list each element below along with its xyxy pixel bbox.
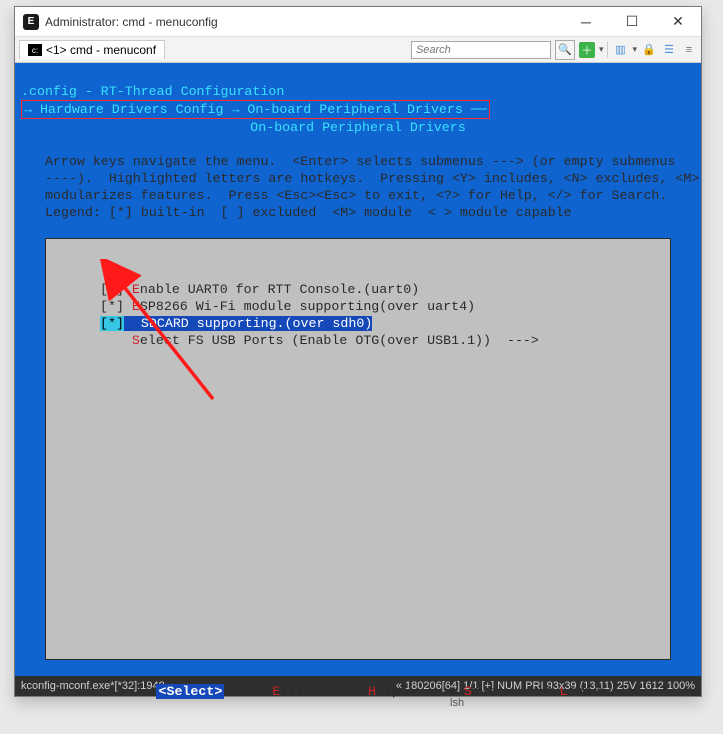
list-icon[interactable]: ☰ xyxy=(661,42,677,58)
search-button[interactable]: 🔍 xyxy=(555,40,575,60)
chevron-down-icon[interactable]: ▾ xyxy=(632,44,637,55)
app-icon: E xyxy=(23,14,39,30)
load-hotkey: L xyxy=(560,684,568,699)
cmd-icon: c: xyxy=(28,44,42,56)
menu-item[interactable]: [*] Enable UART0 for RTT Console.(uart0) xyxy=(100,282,419,297)
terminal-area[interactable]: .config - RT-Thread Configuration → Hard… xyxy=(15,63,701,676)
menu-item-selected[interactable]: [*] SDCARD supporting.(over sdh0) xyxy=(100,316,372,331)
minimize-button[interactable]: ─ xyxy=(563,7,609,36)
app-window: E Administrator: cmd - menuconfig ─ ☐ ✕ … xyxy=(14,6,702,697)
close-button[interactable]: ✕ xyxy=(655,7,701,36)
help-text: Arrow keys navigate the menu. <Enter> se… xyxy=(21,153,695,221)
maximize-button[interactable]: ☐ xyxy=(609,7,655,36)
chevron-down-icon[interactable]: ▾ xyxy=(599,44,604,55)
menu-frame: [*] Enable UART0 for RTT Console.(uart0)… xyxy=(45,238,671,660)
select-button[interactable]: <Select> xyxy=(156,684,224,699)
menu-items: [*] Enable UART0 for RTT Console.(uart0)… xyxy=(46,273,670,349)
tab-bar: c: <1> cmd - menuconf 🔍 ＋ ▾ ▥ ▾ 🔒 ☰ ≡ xyxy=(15,37,701,63)
lock-icon[interactable]: 🔒 xyxy=(641,42,657,58)
config-header: .config - RT-Thread Configuration xyxy=(21,84,284,99)
breadcrumb: → Hardware Drivers Config → On-board Per… xyxy=(21,100,490,119)
help-hotkey: H xyxy=(368,684,376,699)
tab-label: <1> cmd - menuconf xyxy=(46,43,156,57)
toolbar-right: 🔍 ＋ ▾ ▥ ▾ 🔒 ☰ ≡ xyxy=(411,40,697,60)
add-button[interactable]: ＋ xyxy=(579,42,595,58)
tab-cmd[interactable]: c: <1> cmd - menuconf xyxy=(19,40,165,59)
button-bar: <Select> < Exit > < Help > < Save > < Lo… xyxy=(21,677,695,700)
separator xyxy=(607,42,608,58)
exit-hotkey: E xyxy=(272,684,280,699)
section-title: On-board Peripheral Drivers xyxy=(21,119,695,136)
window-list-icon[interactable]: ▥ xyxy=(612,42,628,58)
search-input[interactable] xyxy=(411,41,551,59)
window-title: Administrator: cmd - menuconfig xyxy=(45,15,563,29)
menu-item[interactable]: [*] ESP8266 Wi-Fi module supporting(over… xyxy=(100,299,475,314)
titlebar: E Administrator: cmd - menuconfig ─ ☐ ✕ xyxy=(15,7,701,37)
stray-text: lsh xyxy=(450,697,464,709)
menu-item[interactable]: Select FS USB Ports (Enable OTG(over USB… xyxy=(100,333,539,348)
menu-icon[interactable]: ≡ xyxy=(681,42,697,58)
save-hotkey: S xyxy=(464,684,472,699)
window-controls: ─ ☐ ✕ xyxy=(563,7,701,36)
